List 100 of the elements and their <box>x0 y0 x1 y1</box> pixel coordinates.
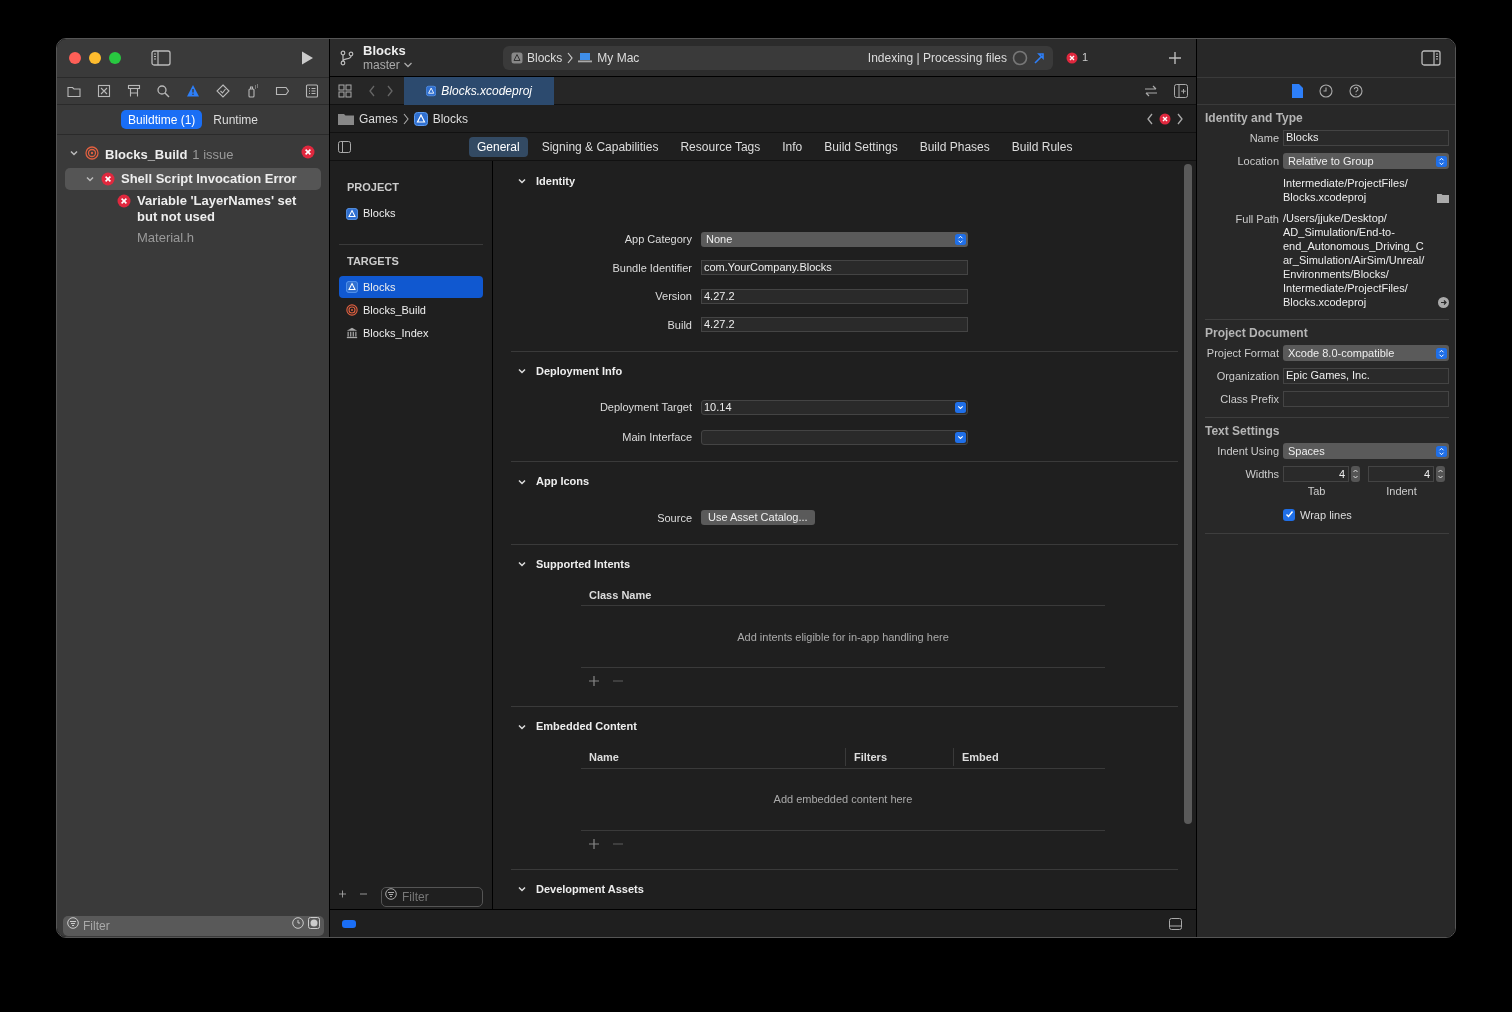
settings-tab[interactable]: General <box>469 136 528 157</box>
column-header[interactable]: Class Name <box>581 585 1105 604</box>
issue-title: Variable 'LayerNames' set but not used <box>137 192 298 225</box>
section-heading: TARGETS <box>346 253 400 269</box>
column-header[interactable]: Embed <box>954 748 1105 766</box>
folder-icon[interactable] <box>67 84 81 98</box>
project-list-item[interactable]: Blocks <box>339 202 483 225</box>
project-list-item[interactable]: Blocks_Index <box>339 322 483 344</box>
source-button[interactable]: Use Asset Catalog... <box>701 510 815 526</box>
scope-tab[interactable]: Runtime <box>206 110 265 129</box>
settings-tab[interactable]: Info <box>774 136 811 157</box>
add-icon[interactable] <box>339 889 346 899</box>
clock-icon[interactable] <box>292 917 304 929</box>
scope-tab[interactable]: Buildtime (1) <box>120 110 203 129</box>
text-field[interactable]: 4.27.2 <box>701 317 968 333</box>
settings-tab[interactable]: Build Settings <box>816 136 906 157</box>
item-label: Blocks_Build <box>363 302 426 318</box>
section-title: Text Settings <box>1205 423 1281 440</box>
filter-field[interactable]: Filter <box>381 887 483 907</box>
number-field[interactable]: 4 <box>1283 466 1349 482</box>
reveal-arrow-icon[interactable] <box>1438 297 1449 308</box>
scrollbar-thumb[interactable] <box>1184 164 1192 824</box>
issue-row[interactable]: Shell Script Invocation Error <box>65 167 321 190</box>
file-icon[interactable] <box>1291 84 1303 98</box>
combo-box[interactable] <box>701 429 968 445</box>
text-field[interactable] <box>1283 391 1449 407</box>
stepper-icon <box>955 233 966 245</box>
field-caption: Tab <box>1307 484 1327 499</box>
add-icon[interactable] <box>589 676 599 687</box>
breadcrumb-item[interactable]: Blocks <box>432 109 469 128</box>
popup-button[interactable]: Xcode 8.0-compatible <box>1283 345 1449 361</box>
hierarchy-icon[interactable] <box>126 84 141 98</box>
text-field[interactable]: Epic Games, Inc. <box>1283 368 1449 384</box>
scheme-menu[interactable]: Blocks <box>511 48 563 67</box>
project-icon <box>346 207 358 220</box>
x-square-icon[interactable] <box>96 84 111 98</box>
error-icon <box>1066 51 1078 64</box>
warning-icon[interactable] <box>186 84 200 98</box>
run-icon[interactable] <box>299 50 315 66</box>
settings-tab[interactable]: Build Rules <box>1003 136 1081 157</box>
popup-button[interactable]: Relative to Group <box>1283 153 1449 169</box>
chevron-down-icon[interactable] <box>517 176 527 186</box>
destination-menu[interactable]: My Mac <box>578 48 640 67</box>
diamond-icon[interactable] <box>215 84 230 98</box>
grid-icon[interactable] <box>338 83 352 98</box>
panel-toggle-icon[interactable] <box>338 140 351 153</box>
settings-tab[interactable]: Build Phases <box>911 136 998 157</box>
stepper-icon[interactable] <box>1351 466 1360 482</box>
zoom-button[interactable] <box>109 52 121 64</box>
tag-icon[interactable] <box>275 84 290 98</box>
project-list-item[interactable]: Blocks <box>339 276 483 298</box>
column-header[interactable]: Name <box>581 748 846 766</box>
debug-area-icon[interactable] <box>1169 917 1182 930</box>
list-icon[interactable] <box>305 84 319 98</box>
issue-row[interactable]: Blocks_Build 1 issue <box>65 142 321 168</box>
error-icon <box>101 171 115 186</box>
text-field[interactable]: 4.27.2 <box>701 288 968 304</box>
add-icon[interactable] <box>1168 50 1182 65</box>
settings-tab[interactable]: Resource Tags <box>672 136 769 157</box>
item-label: Blocks_Index <box>363 325 429 341</box>
popup-button[interactable]: Spaces <box>1283 443 1449 459</box>
back-icon[interactable] <box>1146 112 1154 125</box>
issue-count: 1 issue <box>192 146 234 164</box>
section-title: Supported Intents <box>536 557 631 572</box>
branch-menu[interactable]: master <box>363 57 503 72</box>
swap-icon[interactable] <box>1144 84 1158 97</box>
close-button[interactable] <box>69 52 81 64</box>
error-count[interactable]: 1 <box>1066 49 1089 66</box>
sidebar-toggle-icon[interactable] <box>151 50 171 66</box>
history-icon[interactable] <box>1318 84 1333 98</box>
settings-tab[interactable]: Signing & Capabilities <box>533 136 667 157</box>
editor-tab[interactable]: Blocks.xcodeproj <box>404 76 554 105</box>
project-list-item[interactable]: Blocks_Build <box>339 299 483 321</box>
text-field[interactable]: com.YourCompany.Blocks <box>701 260 968 276</box>
split-add-icon[interactable] <box>1174 83 1188 98</box>
folder-icon[interactable] <box>1437 194 1449 203</box>
forward-icon[interactable] <box>1176 112 1184 125</box>
branch-icon[interactable] <box>340 49 354 66</box>
checkbox[interactable] <box>1283 508 1295 521</box>
stepper-icon[interactable] <box>1436 466 1445 482</box>
text-field[interactable]: Blocks <box>1283 130 1449 146</box>
item-label: Blocks <box>363 206 396 222</box>
number-field[interactable]: 4 <box>1368 466 1434 482</box>
help-icon[interactable] <box>1348 84 1363 98</box>
error-icon[interactable] <box>1159 112 1171 125</box>
breadcrumb-item[interactable]: Games <box>359 109 398 128</box>
add-icon[interactable] <box>589 838 599 849</box>
stepper-icon <box>1436 445 1447 457</box>
issue-row[interactable]: Variable 'LayerNames' set but not used Material.h <box>65 189 321 250</box>
spray-icon[interactable] <box>245 84 260 98</box>
column-header[interactable]: Filters <box>846 748 954 766</box>
inspector-toggle-icon[interactable] <box>1421 50 1441 66</box>
minimize-button[interactable] <box>89 52 101 64</box>
chevron-down-icon[interactable] <box>69 148 79 158</box>
checkbox-label[interactable]: Wrap lines <box>1300 506 1352 523</box>
clear-icon[interactable] <box>308 917 320 929</box>
combo-box[interactable]: 10.14 <box>701 400 968 415</box>
filter-field[interactable]: Filter <box>63 916 324 936</box>
popup-button[interactable]: None <box>701 231 968 247</box>
search-icon[interactable] <box>156 84 171 98</box>
